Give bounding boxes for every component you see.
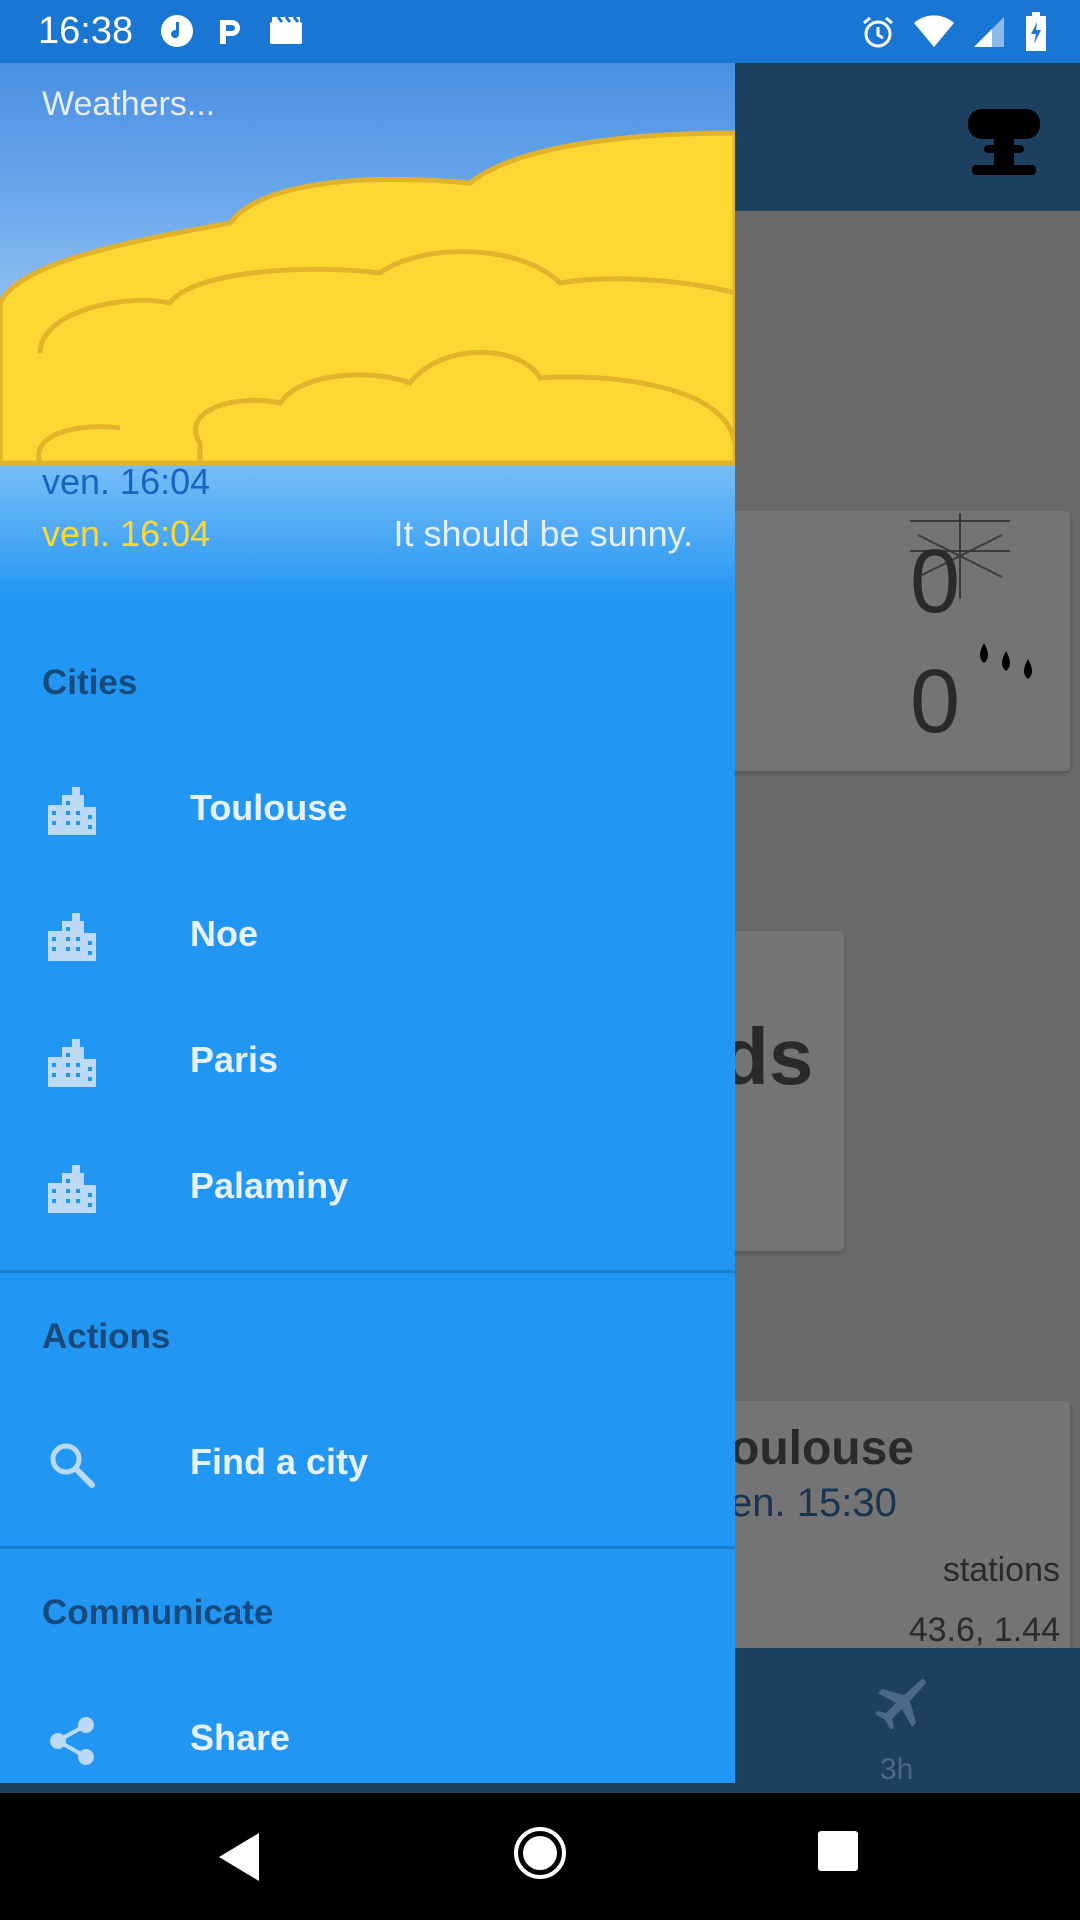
menu-label: Palaminy bbox=[190, 1165, 349, 1206]
music-icon bbox=[161, 15, 193, 47]
menu-label: Find a city bbox=[190, 1441, 369, 1482]
coords-label: 43.6, 1.44 bbox=[908, 1611, 1060, 1649]
signal-icon bbox=[974, 17, 1004, 47]
wifi-icon bbox=[914, 15, 954, 47]
raindrops-icon bbox=[980, 643, 1032, 679]
menu-item-palaminy[interactable]: Palaminy bbox=[0, 1127, 735, 1247]
city-card[interactable]: oulouse en. 15:30 stations 43.6, 1.44 bbox=[700, 1401, 1070, 1661]
search-icon bbox=[50, 1443, 95, 1488]
menu-label: Toulouse bbox=[190, 787, 348, 828]
home-icon[interactable] bbox=[512, 1825, 568, 1881]
weather-card[interactable]: 0 0 bbox=[700, 511, 1070, 771]
drawer-header: Weathers... ven. 16:04 ven. 16:04 It sho… bbox=[0, 63, 735, 603]
mushroom-cloud-icon[interactable] bbox=[964, 101, 1044, 181]
city-name-partial: oulouse bbox=[730, 1422, 915, 1475]
menu-item-paris[interactable]: Paris bbox=[0, 1001, 735, 1121]
divider bbox=[0, 1546, 735, 1549]
rain-value: 0 bbox=[910, 652, 961, 752]
city-icon bbox=[48, 1039, 96, 1087]
section-title-communicate: Communicate bbox=[42, 1593, 274, 1632]
menu-item-find-city[interactable]: Find a city bbox=[0, 1403, 735, 1523]
city-icon bbox=[48, 1165, 96, 1213]
navigation-drawer: Weathers... ven. 16:04 ven. 16:04 It sho… bbox=[0, 63, 735, 1783]
city-time-partial: en. 15:30 bbox=[730, 1481, 897, 1525]
airplane-icon[interactable] bbox=[872, 1673, 928, 1729]
parking-icon bbox=[220, 20, 240, 44]
alarm-icon bbox=[863, 16, 893, 48]
menu-label: Paris bbox=[190, 1039, 279, 1080]
menu-item-toulouse[interactable]: Toulouse bbox=[0, 749, 735, 869]
status-time: 16:38 bbox=[38, 10, 134, 52]
menu-item-share[interactable]: Share bbox=[0, 1679, 735, 1783]
city-icon bbox=[48, 913, 96, 961]
header-date-primary: ven. 16:04 bbox=[42, 461, 211, 502]
drawer-title: Weathers... bbox=[42, 85, 216, 123]
menu-item-noe[interactable]: Noe bbox=[0, 875, 735, 995]
section-title-cities: Cities bbox=[42, 663, 138, 702]
header-date-secondary: ven. 16:04 bbox=[42, 513, 211, 554]
tab-3h-label[interactable]: 3h bbox=[880, 1753, 913, 1787]
clapper-icon bbox=[270, 16, 302, 44]
battery-icon bbox=[1026, 12, 1046, 51]
section-title-actions: Actions bbox=[42, 1317, 171, 1356]
menu-label: Noe bbox=[190, 913, 259, 954]
share-icon bbox=[50, 1717, 94, 1765]
weather-message: It should be sunny. bbox=[393, 513, 693, 554]
divider bbox=[0, 1270, 735, 1273]
stations-label: stations bbox=[942, 1551, 1060, 1589]
city-icon bbox=[48, 787, 96, 835]
snow-value: 0 bbox=[910, 532, 961, 632]
menu-label: Share bbox=[190, 1717, 291, 1758]
back-icon[interactable] bbox=[215, 1829, 263, 1885]
recents-icon[interactable] bbox=[816, 1829, 860, 1873]
system-nav-bar bbox=[0, 1793, 1080, 1920]
status-bar: 16:38 bbox=[0, 0, 1080, 63]
